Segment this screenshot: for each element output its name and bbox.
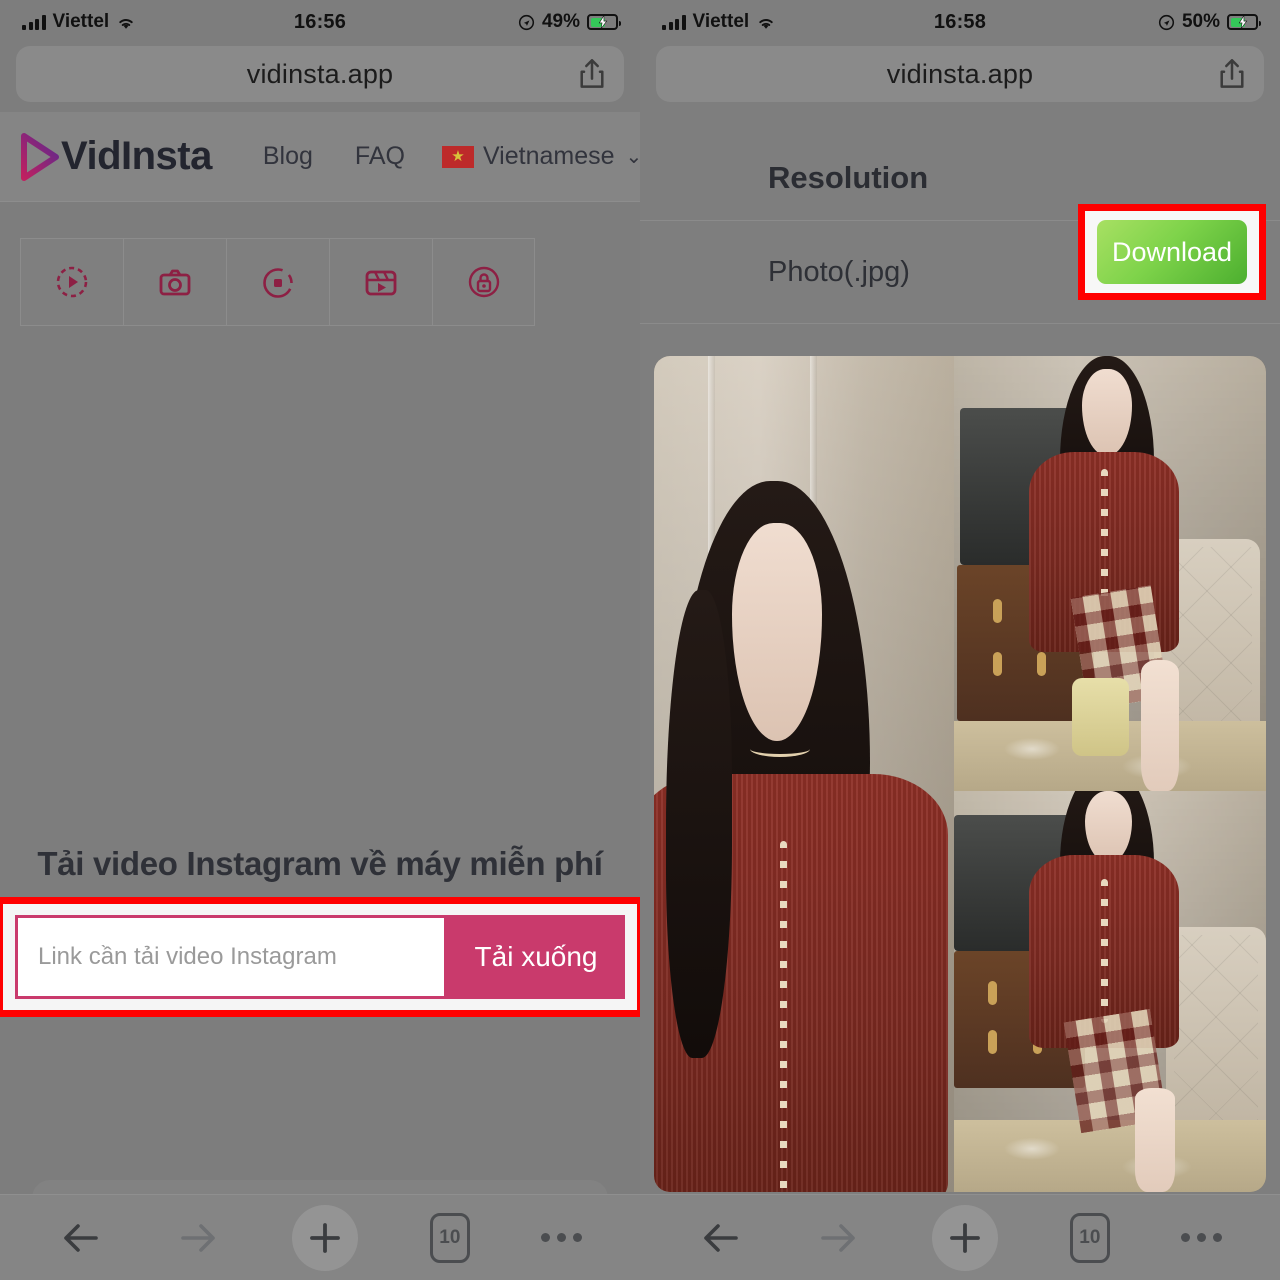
language-label: Vietnamese	[482, 142, 615, 170]
carrier-label: Viettel	[52, 11, 110, 32]
status-bar-right: Viettel 16:58 50%	[640, 0, 1280, 44]
url-text: vidinsta.app	[246, 58, 394, 89]
status-bar-left: Viettel 16:56 49%	[0, 0, 640, 44]
cellular-bars-icon	[662, 14, 686, 30]
new-tab-button[interactable]	[932, 1204, 999, 1271]
preview-photo-side	[953, 356, 1266, 1192]
location-arrow-icon	[1158, 14, 1175, 30]
nav-link-faq[interactable]: FAQ	[334, 142, 426, 171]
reels-clapper-icon	[365, 270, 397, 296]
url-bar-container-left: vidinsta.app	[0, 44, 640, 112]
carrier-label: Viettel	[692, 11, 750, 32]
address-bar-left[interactable]: vidinsta.app	[16, 46, 624, 102]
video-tab[interactable]	[20, 238, 123, 326]
battery-percent-label: 50%	[1181, 11, 1220, 32]
download-form: Tải xuống	[15, 915, 625, 999]
status-right-group: 50%	[1158, 11, 1261, 33]
preview-photo-3	[953, 790, 1266, 1192]
wifi-icon	[119, 18, 133, 29]
camera-icon	[159, 269, 191, 296]
dual-screenshot: Viettel 16:56 49% vidinsta.app VidInsta …	[0, 0, 1280, 1280]
preview-photo-2	[953, 356, 1266, 791]
private-tab[interactable]	[432, 238, 535, 326]
status-left-group: Viettel	[662, 11, 776, 33]
language-selector[interactable]: ★ Vietnamese ⌄	[426, 142, 640, 171]
tabs-button[interactable]: 10	[1069, 1212, 1110, 1263]
back-button[interactable]	[58, 1221, 104, 1255]
logo-text: VidInsta	[61, 134, 212, 178]
arrow-left-icon	[703, 1223, 738, 1252]
site-header: VidInsta Blog FAQ ★ Vietnamese ⌄	[0, 112, 640, 202]
location-arrow-icon	[518, 14, 535, 30]
vidinsta-logo[interactable]: VidInsta	[18, 132, 212, 182]
status-left-group: Viettel	[22, 11, 136, 33]
resolution-format-label: Photo(.jpg)	[768, 255, 910, 288]
media-preview[interactable]	[654, 356, 1266, 1192]
link-input[interactable]	[15, 915, 447, 999]
download-submit-button[interactable]: Tải xuống	[447, 915, 625, 999]
share-icon[interactable]	[1218, 58, 1246, 90]
battery-charging-icon	[587, 14, 621, 30]
chevron-down-icon: ⌄	[625, 146, 640, 168]
story-circle-icon	[263, 268, 293, 298]
tab-count-label: 10	[1069, 1212, 1110, 1263]
more-button[interactable]	[1181, 1233, 1223, 1242]
forward-button[interactable]	[815, 1221, 861, 1255]
play-triangle-icon	[21, 132, 59, 181]
wifi-icon	[759, 18, 773, 29]
ellipsis-icon	[541, 1233, 583, 1242]
new-tab-button[interactable]	[292, 1204, 359, 1271]
status-right-group: 49%	[518, 11, 621, 33]
resolution-section: Resolution Photo(.jpg) Download	[640, 112, 1280, 324]
arrow-right-icon	[821, 1223, 855, 1252]
play-circle-dashed-icon	[56, 266, 88, 298]
ellipsis-icon	[1181, 1233, 1223, 1242]
battery-charging-icon	[1227, 14, 1261, 30]
forward-button[interactable]	[175, 1221, 221, 1255]
cellular-bars-icon	[22, 14, 46, 30]
share-icon[interactable]	[578, 58, 606, 90]
arrow-right-icon	[181, 1223, 215, 1252]
story-tab[interactable]	[226, 238, 329, 326]
tab-count-label: 10	[429, 1212, 470, 1263]
annotation-box-downloader: Tải xuống	[0, 897, 640, 1017]
annotation-box-download: Download	[1078, 204, 1266, 300]
photo-tab[interactable]	[123, 238, 226, 326]
tabs-button[interactable]: 10	[429, 1212, 470, 1263]
download-button[interactable]: Download	[1097, 220, 1247, 284]
nav-link-blog[interactable]: Blog	[242, 142, 334, 171]
url-text: vidinsta.app	[886, 58, 1034, 89]
resolution-title: Resolution	[768, 160, 929, 195]
plus-icon	[950, 1222, 981, 1253]
arrow-left-icon	[63, 1223, 98, 1252]
back-button[interactable]	[698, 1221, 744, 1255]
browser-toolbar-right: 10	[640, 1194, 1280, 1280]
page-title: Tải video Instagram về máy miễn phí	[37, 845, 603, 882]
resolution-row: Photo(.jpg) Download	[640, 204, 1280, 324]
downloader-hero: Tải video Instagram về máy miễn phí Tải …	[0, 845, 640, 1017]
reels-tab[interactable]	[329, 238, 432, 326]
right-phone-screen: Viettel 16:58 50% vidinsta.app Resolutio…	[640, 0, 1280, 1280]
url-bar-container-right: vidinsta.app	[640, 44, 1280, 112]
site-nav: Blog FAQ ★ Vietnamese ⌄	[242, 142, 640, 171]
address-bar-right[interactable]: vidinsta.app	[656, 46, 1264, 102]
more-button[interactable]	[541, 1233, 583, 1242]
battery-percent-label: 49%	[541, 11, 580, 32]
media-type-tabs	[0, 238, 640, 326]
preview-photo-main	[654, 356, 954, 1192]
plus-icon	[310, 1222, 341, 1253]
browser-toolbar-left: 10	[0, 1194, 640, 1280]
vietnam-flag-icon: ★	[441, 145, 474, 168]
left-phone-screen: Viettel 16:56 49% vidinsta.app VidInsta …	[0, 0, 640, 1280]
lock-circle-icon	[468, 266, 499, 298]
